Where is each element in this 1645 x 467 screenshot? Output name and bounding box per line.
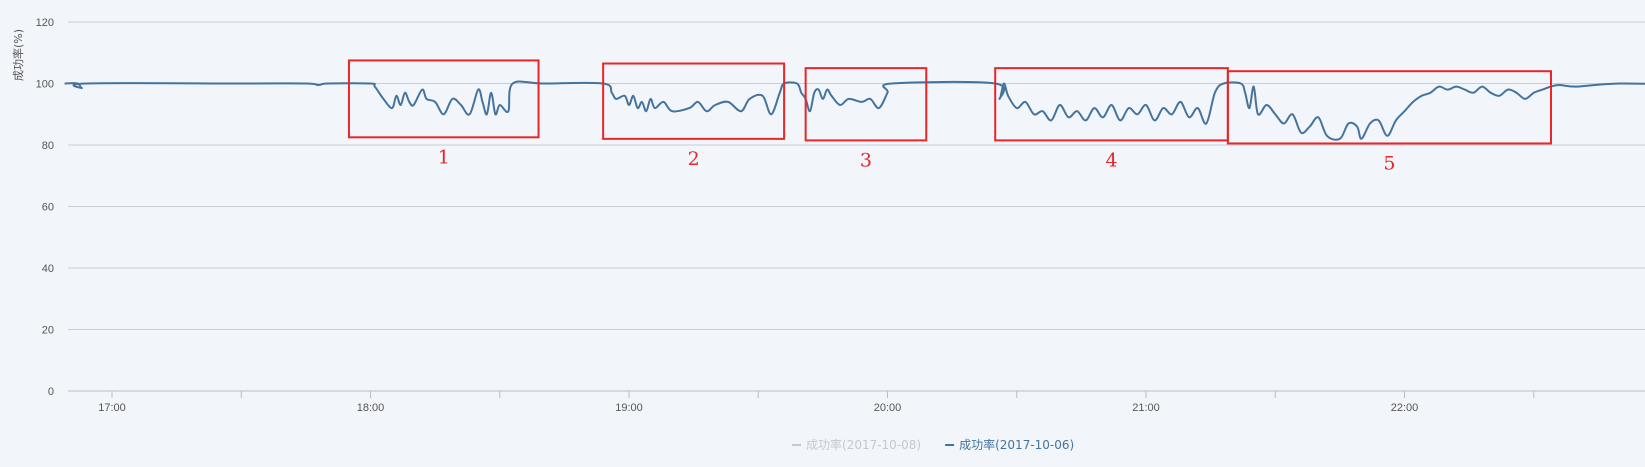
legend-label: 成功率(2017-10-08) (806, 437, 921, 452)
series-line-1 (64, 80, 1645, 141)
x-tick-label: 18:00 (357, 402, 385, 414)
line-chart: 0 20 40 60 80 100 120 17:00 18:00 19:00 20:00 21:00… (11, 17, 1645, 452)
legend-label: 成功率(2017-10-06) (959, 437, 1074, 452)
annotation-label-2: 2 (688, 148, 700, 170)
gridlines (68, 21, 1645, 392)
y-tick-label: 80 (42, 140, 54, 152)
annotation-label-5: 5 (1383, 152, 1395, 174)
x-tick-label: 22:00 (1391, 402, 1419, 414)
x-tick-label: 19:00 (615, 402, 643, 414)
x-tick-label: 21:00 (1132, 402, 1160, 414)
y-tick-label: 40 (42, 263, 54, 275)
annotation-label-3: 3 (860, 149, 872, 171)
y-tick-label: 120 (36, 17, 54, 29)
y-axis-label: 成功率(%) (11, 29, 25, 81)
legend-item-0[interactable]: 成功率(2017-10-08) (792, 437, 921, 452)
annotation-box-3 (804, 67, 928, 142)
series-layer (64, 80, 1645, 141)
y-tick-label: 60 (42, 202, 54, 214)
legend[interactable]: 成功率(2017-10-08) 成功率(2017-10-06) (792, 437, 1074, 452)
y-tick-label: 20 (42, 325, 54, 337)
legend-item-1[interactable]: 成功率(2017-10-06) (945, 437, 1074, 452)
x-tick-label: 17:00 (98, 402, 126, 414)
annotation-label-4: 4 (1105, 149, 1117, 171)
y-tick-label: 0 (48, 386, 54, 398)
annotations: 1 2 3 4 5 (347, 59, 1552, 174)
x-tick-label: 20:00 (874, 402, 902, 414)
y-tick-label: 100 (36, 79, 54, 91)
annotation-label-1: 1 (438, 146, 450, 168)
